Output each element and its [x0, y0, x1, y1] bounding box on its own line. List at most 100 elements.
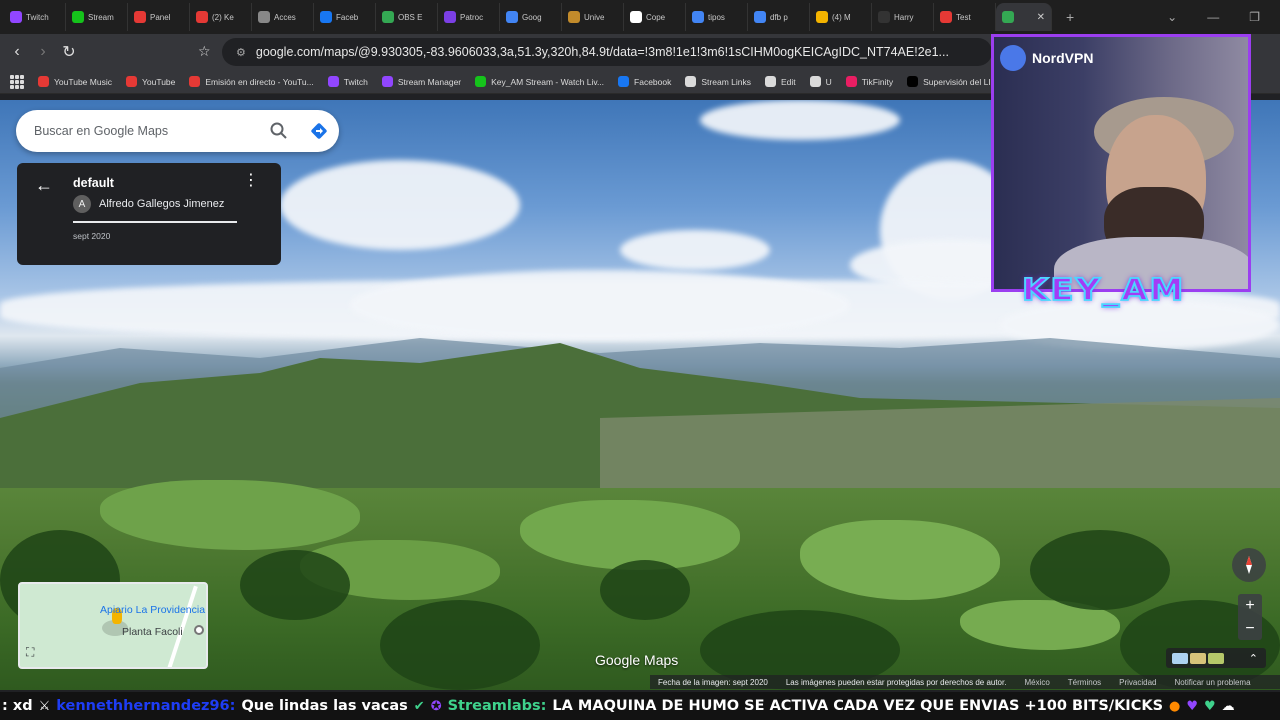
thumbnail[interactable]: [1208, 652, 1224, 664]
bookmark-label: Key_AM Stream - Watch Liv...: [491, 76, 605, 87]
browser-tab[interactable]: Cope: [624, 3, 686, 31]
tab-favicon-icon: [816, 11, 828, 23]
zoom-in-button[interactable]: +: [1245, 597, 1254, 615]
address-bar[interactable]: ⚙ google.com/maps/@9.930305,-83.9606033,…: [222, 38, 992, 66]
search-input[interactable]: Buscar en Google Maps: [34, 124, 259, 138]
fire-icon: ●: [1169, 698, 1181, 714]
bookmark-item[interactable]: YouTube: [125, 76, 175, 87]
bookmark-label: Supervisión del LI: [923, 76, 991, 87]
bookmark-item[interactable]: Stream Manager: [381, 76, 461, 87]
privacy-link[interactable]: Privacidad: [1119, 678, 1156, 687]
browser-tab[interactable]: Faceb: [314, 3, 376, 31]
tab-favicon-icon: [506, 11, 518, 23]
bookmark-item[interactable]: Key_AM Stream - Watch Liv...: [475, 76, 604, 87]
bookmark-item[interactable]: Facebook: [618, 76, 671, 87]
capture-date: sept 2020: [73, 231, 111, 241]
country-link[interactable]: México: [1024, 678, 1049, 687]
webcam-overlay: NordVPN: [991, 34, 1251, 292]
browser-tab[interactable]: Patroc: [438, 3, 500, 31]
compass-button[interactable]: [1232, 548, 1266, 582]
tab-search-icon[interactable]: ⌄: [1167, 10, 1177, 24]
tab-google-maps[interactable]: ✕: [996, 3, 1052, 31]
site-info-icon[interactable]: ⚙: [236, 46, 246, 59]
nordvpn-badge: NordVPN: [1000, 45, 1093, 71]
tab-strip: Twitch Stream Panel (2) Ke Acces Faceb OBS E Pa…: [0, 0, 1280, 34]
maps-search-box[interactable]: Buscar en Google Maps: [16, 110, 339, 152]
browser-tab[interactable]: Unive: [562, 3, 624, 31]
bookmark-item[interactable]: U: [809, 76, 832, 87]
more-options-icon[interactable]: ⋮: [243, 173, 259, 189]
chat-ticker: : xd ⚔ kennethhernandez96: Que lindas la…: [0, 692, 1280, 720]
copyright-notice: Las imágenes pueden estar protegidas por…: [785, 677, 1007, 687]
browser-tab[interactable]: dfb p: [748, 3, 810, 31]
tab-favicon-icon: [72, 11, 84, 23]
browser-tab[interactable]: Harry: [872, 3, 934, 31]
tab-label: Panel: [150, 12, 171, 22]
imagery-strip[interactable]: ⌃: [1166, 648, 1266, 668]
browser-tab[interactable]: (4) M: [810, 3, 872, 31]
bookmark-favicon-icon: [125, 76, 137, 87]
tab-label: (2) Ke: [212, 12, 234, 22]
report-problem-link[interactable]: Notificar un problema: [1175, 678, 1251, 687]
avatar: A: [73, 195, 91, 213]
tab-label: Harry: [894, 12, 914, 22]
close-tab-icon[interactable]: ✕: [1037, 12, 1045, 23]
bookmark-favicon-icon: [685, 76, 697, 87]
new-tab-button[interactable]: +: [1066, 9, 1074, 25]
nordvpn-logo-icon: [1000, 45, 1026, 71]
tab-favicon-icon: [692, 11, 704, 23]
google-maps-logo: Google Maps: [595, 652, 679, 668]
forward-icon[interactable]: ›: [30, 43, 56, 61]
bookmark-favicon-icon: [381, 76, 393, 87]
tab-label: dfb p: [770, 12, 788, 22]
browser-tab[interactable]: Panel: [128, 3, 190, 31]
bookmark-list: YouTube Music YouTube Emisión en directo -…: [38, 76, 991, 87]
bookmark-label: Emisión en directo - YouTu...: [205, 76, 314, 87]
directions-icon[interactable]: [299, 121, 339, 141]
browser-tab[interactable]: tipos: [686, 3, 748, 31]
search-icon[interactable]: [259, 122, 299, 140]
minimap[interactable]: Apiario La Providencia Planta Facoli ⛶: [18, 582, 208, 669]
purple-heart-icon: ♥: [1186, 698, 1199, 714]
bookmark-item[interactable]: Emisión en directo - YouTu...: [189, 76, 314, 87]
thumbnail[interactable]: [1190, 652, 1206, 664]
bookmark-favicon-icon: [38, 76, 49, 87]
thumbnail[interactable]: [1172, 652, 1188, 664]
back-arrow-icon[interactable]: ←: [35, 175, 53, 196]
bookmark-favicon-icon: [845, 76, 857, 87]
bookmark-item[interactable]: TikFinity: [845, 76, 893, 87]
place-pin-icon[interactable]: [194, 625, 204, 635]
bookmark-item[interactable]: YouTube Music: [38, 76, 112, 87]
bookmark-favicon-icon: [327, 76, 339, 87]
browser-tab[interactable]: Test: [934, 3, 996, 31]
tab-label: Stream: [88, 12, 114, 22]
bookmark-item[interactable]: Twitch: [327, 76, 368, 87]
terms-link[interactable]: Términos: [1068, 678, 1101, 687]
back-icon[interactable]: ‹: [4, 43, 30, 61]
maps-pin-icon: [1002, 11, 1014, 23]
browser-tab[interactable]: Stream: [66, 3, 128, 31]
bookmark-favicon-icon: [189, 76, 201, 87]
zoom-out-button[interactable]: −: [1245, 620, 1254, 638]
bookmark-icon[interactable]: ☆: [198, 43, 211, 60]
minimize-icon[interactable]: —: [1207, 10, 1219, 24]
expand-up-icon[interactable]: ⌃: [1249, 652, 1258, 665]
expand-map-icon[interactable]: ⛶: [26, 645, 42, 661]
browser-tab[interactable]: OBS E: [376, 3, 438, 31]
bookmark-label: YouTube Music: [54, 76, 112, 87]
sponsor-name: NordVPN: [1032, 50, 1094, 66]
bookmark-item[interactable]: Supervisión del LI: [907, 76, 991, 87]
reload-icon[interactable]: ↻: [56, 42, 82, 62]
bookmark-item[interactable]: Edit: [764, 76, 796, 87]
minimap-place-label: Apiario La Providencia: [100, 604, 206, 616]
browser-tab[interactable]: Goog: [500, 3, 562, 31]
browser-tab[interactable]: Acces: [252, 3, 314, 31]
bookmark-item[interactable]: Stream Links: [685, 76, 751, 87]
bookmark-favicon-icon: [809, 76, 821, 87]
apps-grid-icon[interactable]: [10, 74, 24, 89]
author-row[interactable]: A Alfredo Gallegos Jimenez: [73, 195, 224, 213]
bookmark-label: U: [825, 76, 832, 87]
browser-tab[interactable]: (2) Ke: [190, 3, 252, 31]
browser-tab[interactable]: Twitch: [4, 3, 66, 31]
maximize-icon[interactable]: ❐: [1249, 10, 1260, 24]
